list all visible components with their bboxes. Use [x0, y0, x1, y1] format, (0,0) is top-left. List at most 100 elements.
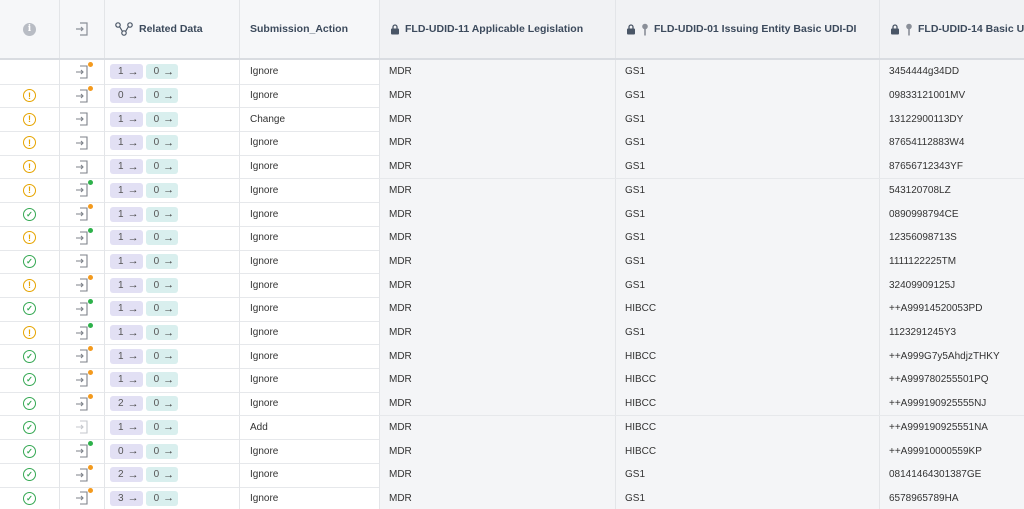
table-row[interactable]: ! 1 → 0 → Ignore MDR GS1 87656712343YF	[0, 154, 1024, 180]
outgoing-relations-pill[interactable]: 1 →	[110, 182, 143, 198]
submission-cell[interactable]	[60, 154, 105, 179]
submission-cell[interactable]	[60, 131, 105, 155]
submission-cell[interactable]	[60, 202, 105, 226]
submission-cell[interactable]	[60, 391, 105, 416]
table-row[interactable]: ! 1 → 0 → Ignore MDR GS1 12356098713S	[0, 225, 1024, 251]
outgoing-relations-pill[interactable]: 1 →	[110, 111, 143, 127]
incoming-relations-pill[interactable]: 0 →	[145, 419, 179, 435]
outgoing-relations-pill[interactable]: 1 →	[110, 325, 143, 341]
incoming-relations-pill[interactable]: 0 →	[145, 372, 179, 388]
header-related-data[interactable]: Related Data	[105, 0, 240, 58]
outgoing-relations-pill[interactable]: 1 →	[110, 372, 143, 388]
incoming-relations-pill[interactable]: 0 →	[145, 443, 179, 459]
header-legislation[interactable]: FLD-UDID-11 Applicable Legislation	[380, 0, 616, 58]
outgoing-relations-pill[interactable]: 1 →	[110, 159, 143, 175]
table-row[interactable]: ✓ 1 → 0 → Ignore MDR GS1 1111122225TM	[0, 249, 1024, 275]
table-row[interactable]: ! 1 → 0 → Ignore MDR GS1 1123291245Y3	[0, 320, 1024, 346]
related-data-cell[interactable]: 1 → 0 →	[105, 225, 240, 250]
submission-cell[interactable]	[60, 273, 105, 297]
table-row[interactable]: ✓ 2 → 0 → Ignore MDR GS1 08141464301387GE	[0, 462, 1024, 488]
header-issuing-entity[interactable]: FLD-UDID-01 Issuing Entity Basic UDI-DI	[616, 0, 880, 58]
outgoing-relations-pill[interactable]: 2 →	[110, 396, 143, 412]
incoming-relations-pill[interactable]: 0 →	[145, 277, 179, 293]
submission-cell[interactable]	[60, 249, 105, 274]
incoming-relations-pill[interactable]: 0 →	[145, 325, 179, 341]
related-data-cell[interactable]: 2 → 0 →	[105, 391, 240, 416]
outgoing-relations-pill[interactable]: 0 →	[110, 443, 143, 459]
related-data-cell[interactable]: 1 → 0 →	[105, 202, 240, 226]
related-data-cell[interactable]: 1 → 0 →	[105, 320, 240, 345]
related-data-cell[interactable]: 3 → 0 →	[105, 486, 240, 509]
submission-cell[interactable]	[60, 344, 105, 369]
outgoing-relations-pill[interactable]: 2 →	[110, 467, 143, 483]
submission-cell[interactable]	[60, 178, 105, 203]
incoming-relations-pill[interactable]: 0 →	[145, 135, 179, 151]
related-data-cell[interactable]: 1 → 0 →	[105, 344, 240, 369]
submission-cell[interactable]	[60, 462, 105, 487]
submission-cell[interactable]	[60, 415, 105, 440]
incoming-relations-pill[interactable]: 0 →	[145, 182, 179, 198]
related-data-cell[interactable]: 0 → 0 →	[105, 439, 240, 463]
table-row[interactable]: ✓ 3 → 0 → Ignore MDR GS1 6578965789HA	[0, 486, 1024, 509]
submission-cell[interactable]	[60, 225, 105, 250]
outgoing-relations-pill[interactable]: 0 →	[110, 88, 143, 104]
related-data-cell[interactable]: 2 → 0 →	[105, 462, 240, 487]
outgoing-relations-pill[interactable]: 1 →	[110, 135, 143, 151]
header-basic-udi[interactable]: FLD-UDID-14 Basic U	[880, 0, 1024, 58]
outgoing-relations-pill[interactable]: 1 →	[110, 64, 143, 80]
related-data-cell[interactable]: 1 → 0 →	[105, 297, 240, 321]
incoming-relations-pill[interactable]: 0 →	[145, 301, 179, 317]
outgoing-relations-pill[interactable]: 1 →	[110, 253, 143, 269]
submission-cell[interactable]	[60, 60, 105, 84]
table-row[interactable]: ✓ 1 → 0 → Add MDR HIBCC ++A999190925551NA	[0, 415, 1024, 441]
submission-cell[interactable]	[60, 368, 105, 392]
submission-cell[interactable]	[60, 486, 105, 509]
related-data-cell[interactable]: 1 → 0 →	[105, 273, 240, 297]
outgoing-relations-pill[interactable]: 1 →	[110, 419, 143, 435]
incoming-relations-pill[interactable]: 0 →	[145, 230, 179, 246]
table-row[interactable]: ✓ 1 → 0 → Ignore MDR GS1 0890998794CE	[0, 202, 1024, 227]
submission-cell[interactable]	[60, 107, 105, 132]
incoming-relations-pill[interactable]: 0 →	[145, 396, 179, 412]
submission-cell[interactable]	[60, 439, 105, 463]
header-submission[interactable]	[60, 0, 105, 58]
outgoing-relations-pill[interactable]: 3 →	[110, 490, 143, 506]
related-data-cell[interactable]: 1 → 0 →	[105, 249, 240, 274]
header-info[interactable]: i	[0, 0, 60, 58]
table-row[interactable]: ! 1 → 0 → Ignore MDR GS1 87654112883W4	[0, 131, 1024, 156]
related-data-cell[interactable]: 0 → 0 →	[105, 83, 240, 108]
table-row[interactable]: ✓ 0 → 0 → Ignore MDR HIBCC ++A99910000559K…	[0, 439, 1024, 464]
incoming-relations-pill[interactable]: 0 →	[145, 490, 179, 506]
incoming-relations-pill[interactable]: 0 →	[145, 348, 179, 364]
table-row[interactable]: ✓ 1 → 0 → Ignore MDR HIBCC ++A99914520053P…	[0, 297, 1024, 322]
outgoing-relations-pill[interactable]: 1 →	[110, 206, 143, 222]
incoming-relations-pill[interactable]: 0 →	[145, 206, 179, 222]
table-row[interactable]: ✓ 2 → 0 → Ignore MDR HIBCC ++A999190925555…	[0, 391, 1024, 417]
submission-cell[interactable]	[60, 297, 105, 321]
table-row[interactable]: ✓ 1 → 0 → Ignore MDR HIBCC ++A999780255501…	[0, 368, 1024, 393]
table-row[interactable]: ! 1 → 0 → Ignore MDR GS1 543120708LZ	[0, 178, 1024, 204]
submission-cell[interactable]	[60, 320, 105, 345]
incoming-relations-pill[interactable]: 0 →	[145, 111, 179, 127]
table-row[interactable]: 1 → 0 → Ignore MDR GS1 3454444g34DD	[0, 60, 1024, 85]
outgoing-relations-pill[interactable]: 1 →	[110, 230, 143, 246]
related-data-cell[interactable]: 1 → 0 →	[105, 131, 240, 155]
related-data-cell[interactable]: 1 → 0 →	[105, 415, 240, 440]
incoming-relations-pill[interactable]: 0 →	[145, 159, 179, 175]
related-data-cell[interactable]: 1 → 0 →	[105, 107, 240, 132]
incoming-relations-pill[interactable]: 0 →	[145, 64, 179, 80]
outgoing-relations-pill[interactable]: 1 →	[110, 348, 143, 364]
related-data-cell[interactable]: 1 → 0 →	[105, 368, 240, 392]
related-data-cell[interactable]: 1 → 0 →	[105, 60, 240, 84]
table-row[interactable]: ✓ 1 → 0 → Ignore MDR HIBCC ++A999G7y5Ahdjz…	[0, 344, 1024, 370]
table-row[interactable]: ! 1 → 0 → Ignore MDR GS1 32409909125J	[0, 273, 1024, 298]
table-row[interactable]: ! 1 → 0 → Change MDR GS1 13122900113DY	[0, 107, 1024, 133]
related-data-cell[interactable]: 1 → 0 →	[105, 178, 240, 203]
incoming-relations-pill[interactable]: 0 →	[145, 253, 179, 269]
incoming-relations-pill[interactable]: 0 →	[145, 467, 179, 483]
outgoing-relations-pill[interactable]: 1 →	[110, 301, 143, 317]
related-data-cell[interactable]: 1 → 0 →	[105, 154, 240, 179]
table-row[interactable]: ! 0 → 0 → Ignore MDR GS1 09833121001MV	[0, 83, 1024, 109]
outgoing-relations-pill[interactable]: 1 →	[110, 277, 143, 293]
header-submission-action[interactable]: Submission_Action	[240, 0, 380, 58]
